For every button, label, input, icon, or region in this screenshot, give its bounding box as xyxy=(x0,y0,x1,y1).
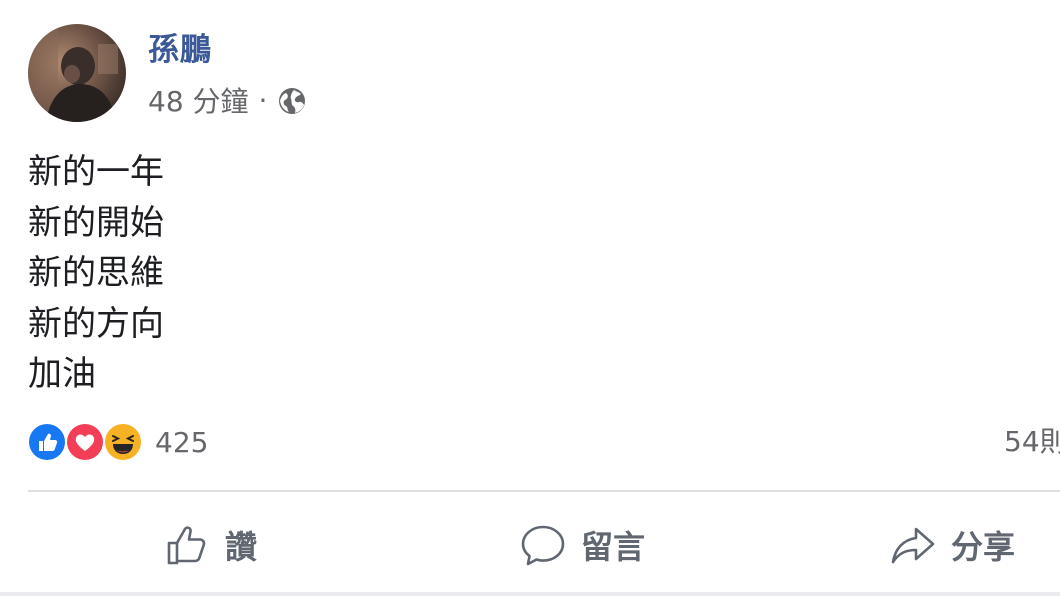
post-content: 新的一年 新的開始 新的思維 新的方向 加油 xyxy=(28,147,164,400)
post-text-line: 加油 xyxy=(28,354,96,394)
comment-label: 留言 xyxy=(581,528,646,566)
post-text-line: 新的開始 xyxy=(28,202,164,243)
reactions-summary[interactable]: 425 xyxy=(27,422,208,462)
author-name[interactable]: 孫鵬 xyxy=(148,30,212,70)
share-arrow-icon xyxy=(891,527,935,564)
like-reaction-icon xyxy=(27,422,67,462)
share-label: 分享 xyxy=(951,528,1016,566)
comment-button[interactable]: 留言 xyxy=(519,512,645,578)
post-meta: 48 分鐘 · xyxy=(148,82,307,118)
facebook-post: 孫鵬 48 分鐘 · 新的一年 新的開始 新的思維 新的方向 加油 425 54… xyxy=(0,0,1060,596)
love-reaction-icon xyxy=(65,422,105,462)
reaction-count[interactable]: 425 xyxy=(155,426,208,459)
meta-separator: · xyxy=(258,83,268,117)
avatar[interactable] xyxy=(28,24,126,122)
share-button[interactable]: 分享 xyxy=(889,512,1015,578)
thumbs-up-icon xyxy=(167,526,206,565)
post-text-line: 新的一年 xyxy=(28,152,164,192)
post-text-line: 新的方向 xyxy=(28,303,164,344)
haha-reaction-icon xyxy=(103,422,143,462)
like-label: 讚 xyxy=(225,528,258,566)
comment-count[interactable]: 54則 xyxy=(1004,422,1060,462)
like-button[interactable]: 讚 xyxy=(163,512,257,578)
post-bottom-border xyxy=(0,592,1060,596)
globe-icon[interactable] xyxy=(277,86,307,116)
divider xyxy=(28,490,1060,492)
comment-icon xyxy=(521,525,565,566)
post-text-line: 新的思維 xyxy=(28,253,164,293)
post-timestamp[interactable]: 48 分鐘 xyxy=(148,80,249,120)
action-bar: 讚 留言 分享 xyxy=(0,512,1060,578)
